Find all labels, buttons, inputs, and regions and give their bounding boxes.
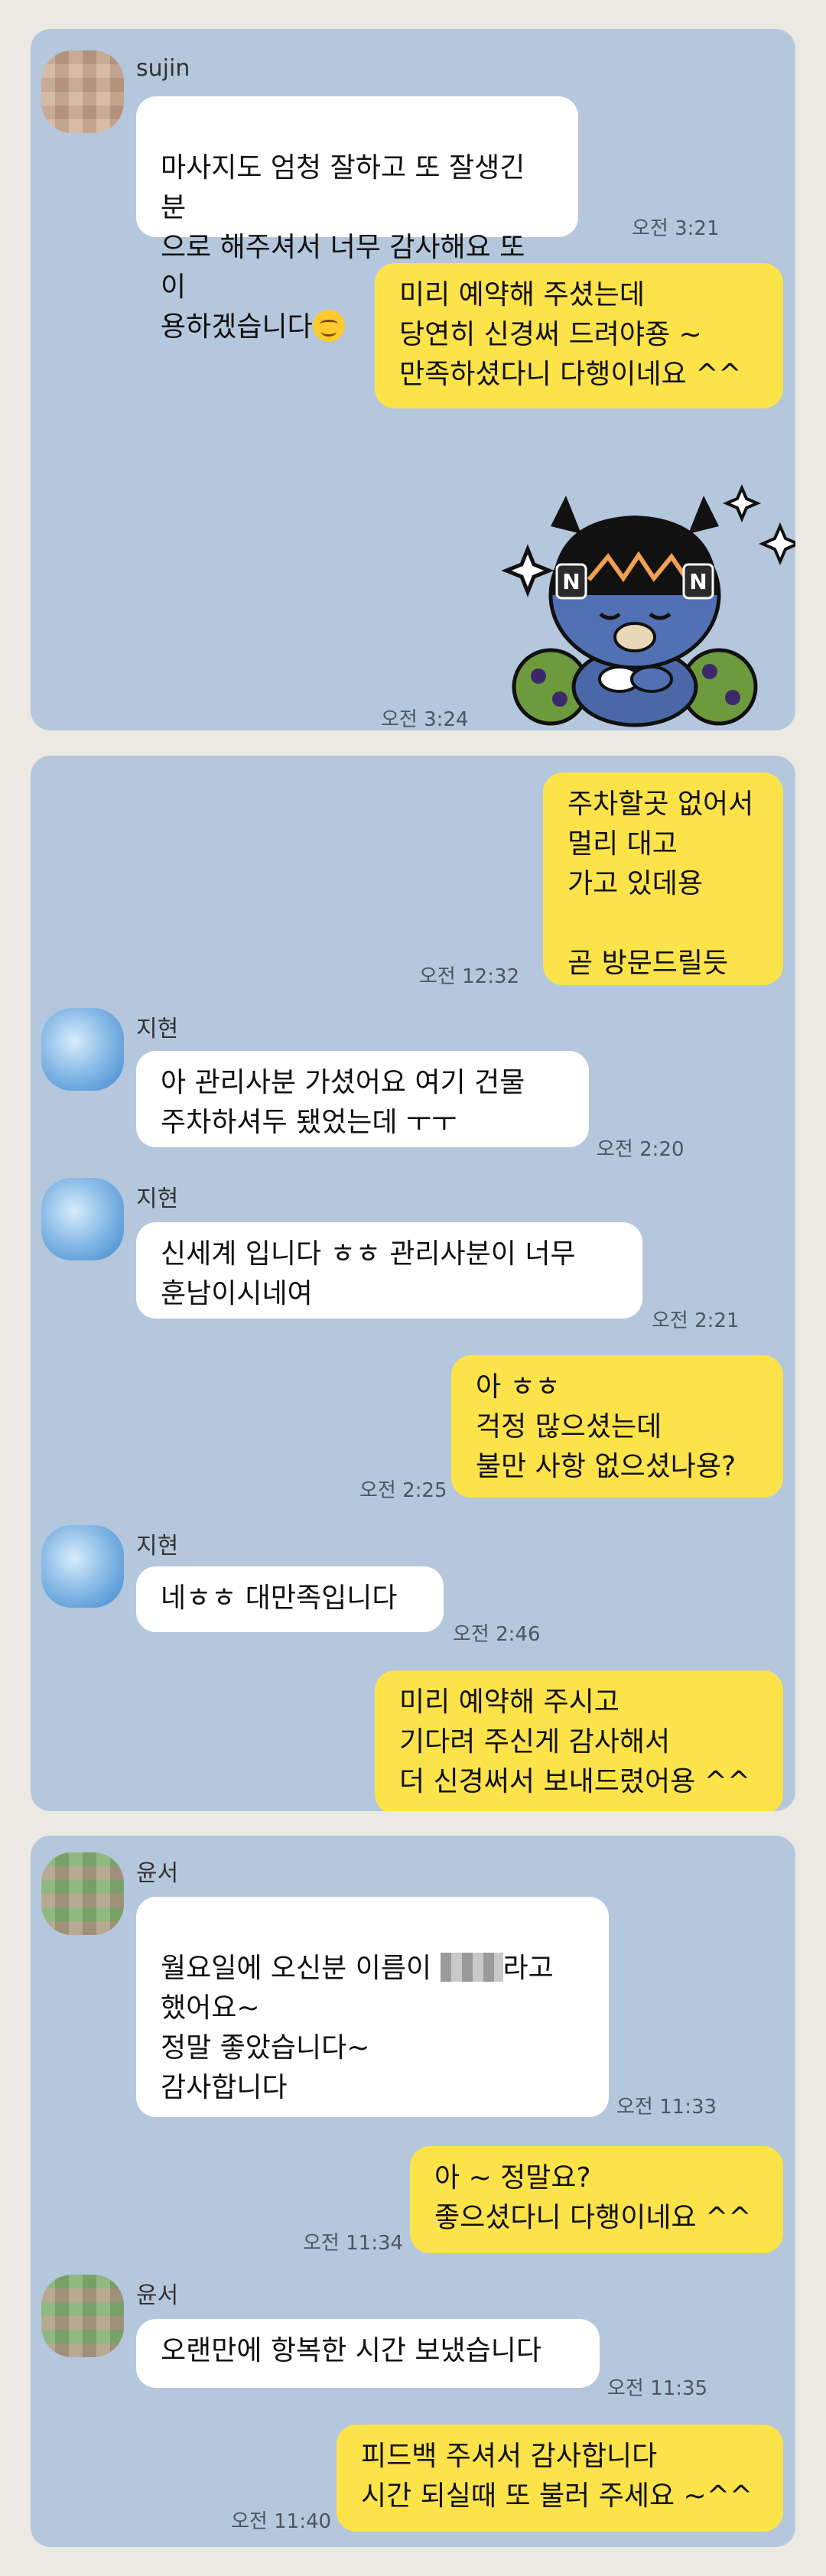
avatar-yunseo[interactable] (41, 1852, 124, 1935)
message-bubble-incoming[interactable]: 아 관리사분 가셨어요 여기 건물 주차하셔두 됐었는데 ㅜㅜ (136, 1051, 589, 1147)
message-time: 오전 2:46 (453, 1623, 541, 1646)
message-time: 오전 11:34 (303, 2232, 404, 2255)
message-time: 오전 11:33 (616, 2096, 717, 2119)
message-time: 오전 12:32 (419, 965, 520, 988)
smiling-face-emoji-icon (312, 310, 345, 342)
svg-text:N: N (689, 569, 707, 594)
sender-name: 윤서 (136, 2282, 179, 2309)
chat-panel-1: sujin 마사지도 엄청 잘하고 또 잘생긴 분 으로 해주셔서 너무 감사해… (31, 29, 795, 730)
message-text: 월요일에 오신분 이름이 (161, 1953, 441, 1984)
message-bubble-incoming[interactable]: 오랜만에 항복한 시간 보냈습니다 (136, 2319, 600, 2388)
message-bubble-outgoing[interactable]: 아 ~ 정말요? 좋으셨다니 다행이네요 ^^ (410, 2146, 783, 2253)
message-time: 오전 2:20 (597, 1138, 685, 1161)
svg-text:N: N (562, 569, 580, 594)
sender-name: sujin (136, 55, 190, 82)
message-bubble-incoming[interactable]: 마사지도 엄청 잘하고 또 잘생긴 분 으로 해주셔서 너무 감사해요 또 이 … (136, 96, 578, 343)
message-time: 오전 3:24 (381, 708, 469, 730)
avatar-jihyun[interactable] (41, 1008, 124, 1091)
blurred-name-redaction (440, 1953, 503, 1982)
sender-name: 지현 (136, 1186, 179, 1212)
sender-name: 윤서 (136, 1860, 179, 1887)
message-time: 오전 11:40 (231, 2510, 332, 2533)
message-bubble-incoming[interactable]: 신세계 입니다 ㅎㅎ 관리사분이 너무 훈남이시네여 (136, 1222, 642, 1319)
chat-panel-2: 주차할곳 없어서 멀리 대고 가고 있데용 곧 방문드릴듯 오전 12:32 지… (31, 756, 795, 1811)
message-bubble-outgoing[interactable]: 아 ㅎㅎ 걱정 많으셨는데 불만 사항 없으셨나용? (451, 1355, 783, 1498)
message-bubble-outgoing[interactable]: 미리 예약해 주셨는데 당연히 신경써 드려야죵 ~ 만족하셨다니 다행이네요 … (375, 263, 783, 408)
message-time: 오전 11:35 (607, 2377, 708, 2400)
avatar-yunseo[interactable] (41, 2275, 124, 2357)
message-bubble-outgoing[interactable]: 피드백 주셔서 감사합니다 시간 되실때 또 불러 주세요 ~^^ (337, 2425, 783, 2532)
avatar-jihyun[interactable] (41, 1178, 124, 1260)
sender-name: 지현 (136, 1533, 179, 1560)
avatar-jihyun[interactable] (41, 1525, 124, 1608)
message-bubble-outgoing[interactable]: 미리 예약해 주시고 기다려 주신게 감사해서 더 신경써서 보내드렸어용 ^^ (375, 1670, 783, 1811)
message-time: 오전 2:21 (652, 1309, 740, 1332)
message-time: 오전 2:25 (359, 1479, 447, 1502)
sender-name: 지현 (136, 1016, 179, 1042)
avatar-sujin[interactable] (41, 50, 124, 133)
message-bubble-incoming[interactable]: 네ㅎㅎ 대만족입니다 (136, 1566, 444, 1632)
sticker-character-icon[interactable]: N N (474, 442, 795, 730)
message-bubble-incoming[interactable]: 월요일에 오신분 이름이 라고 했어요~ 정말 좋았습니다~ 감사합니다 (136, 1897, 609, 2117)
chat-panel-3: 윤서 월요일에 오신분 이름이 라고 했어요~ 정말 좋았습니다~ 감사합니다 … (31, 1836, 795, 2547)
message-bubble-outgoing[interactable]: 주차할곳 없어서 멀리 대고 가고 있데용 곧 방문드릴듯 (543, 772, 783, 985)
message-time: 오전 3:21 (632, 217, 720, 240)
